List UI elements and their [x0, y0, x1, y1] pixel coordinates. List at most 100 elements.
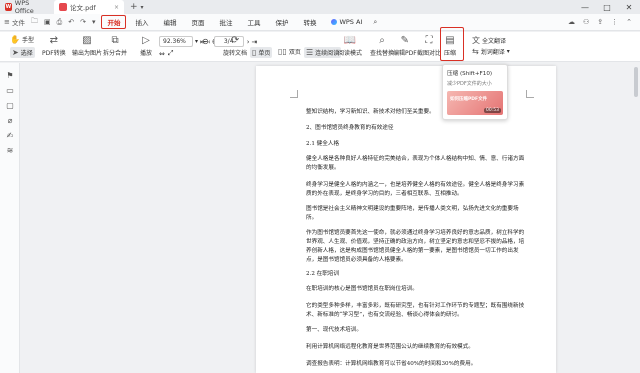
doc-paragraph: 利用计算机网络远程化教育是世界范围公认的继续教育的有效模式。 [306, 344, 474, 350]
thumbnail-icon[interactable]: ▭ [0, 86, 20, 95]
video-caption: 如何压缩PDF文件 [450, 97, 488, 102]
export-image-button[interactable]: ▨ 输出为图片 [72, 35, 102, 57]
margin-mark [526, 90, 534, 98]
search-icon[interactable]: ⌕ [373, 18, 377, 27]
collaborate-icon[interactable]: ⚇ [583, 18, 589, 26]
menu-wps-ai[interactable]: WPS AI [325, 16, 368, 28]
bookmark-icon[interactable]: ⚑ [0, 71, 20, 80]
tooltip-title: 压缩 (Shift+F10) [447, 71, 493, 77]
double-page-button[interactable]: ▯▯ 双页 [278, 47, 301, 56]
file-menu[interactable]: ≡ 文件 [4, 17, 25, 27]
hamburger-icon: ≡ [4, 18, 10, 26]
layers-icon[interactable]: ≋ [0, 146, 20, 155]
doc-paragraph: 它的类型多种多样，丰富多彩，既有研究型，也有针对工作环节的专题型；既有围绕新技术… [306, 303, 525, 318]
hand-tool-button[interactable]: ✋ 手型 [10, 35, 34, 44]
attachment-icon[interactable]: ⌀ [0, 116, 20, 125]
menu-convert[interactable]: 转换 [297, 15, 322, 29]
next-page-icon[interactable]: › [247, 38, 250, 46]
rotate-doc-button[interactable]: ⟳ 旋转文档 [223, 35, 247, 57]
menu-page[interactable]: 页面 [185, 15, 210, 29]
prev-page-icon[interactable]: ‹ [208, 38, 211, 46]
compress-highlight [440, 27, 464, 61]
menu-edit[interactable]: 编辑 [157, 15, 182, 29]
partial-translate-label: 划词翻译 [480, 49, 505, 56]
compress-tooltip: 压缩 (Shift+F10) 减少PDF文件的大小 如何压缩PDF文件 00:5… [442, 64, 508, 120]
doc-paragraph: 调查报告表明：计算机网络教育可以节省40%的时间和30%的费用。 [306, 361, 477, 367]
comment-icon[interactable]: ▢ [0, 101, 20, 110]
zoom-value[interactable]: 92.36% [159, 36, 193, 47]
translate-dropdown-icon[interactable]: ▾ [507, 48, 510, 55]
print-icon[interactable]: ⎙ [57, 18, 63, 27]
file-menu-label: 文件 [11, 19, 25, 27]
rotate-icon: ⟳ [230, 35, 240, 46]
quick-access-dropdown-icon[interactable]: ▾ [92, 18, 96, 26]
continuous-icon: ☰ [306, 48, 314, 57]
pdf-file-icon [59, 3, 67, 11]
tab-list-dropdown-icon[interactable]: ▾ [141, 4, 144, 11]
screenshot-compare-button[interactable]: ⛶ 截图对比 [417, 35, 441, 57]
double-page-label: 双页 [288, 49, 301, 56]
menu-bar: ≡ 文件 🗀 ▣ ⎙ ↶ ↷ ▾ 开始 插入 编辑 页面 批注 工具 保护 转换… [0, 14, 640, 31]
tab-label: WPS Office [14, 0, 34, 15]
split-merge-button[interactable]: ⧉ 拆分合并 [103, 35, 127, 57]
menu-insert[interactable]: 插入 [129, 15, 154, 29]
full-translate-button[interactable]: 文全文翻译 [472, 35, 506, 46]
play-icon: ▷ [142, 35, 150, 46]
first-page-icon[interactable]: ⇤ [200, 38, 206, 46]
fit-controls: ⇔ ⤢ [159, 49, 173, 58]
maximize-button[interactable]: □ [596, 3, 618, 12]
edit-pdf-button[interactable]: ✎ 编辑PDF [393, 35, 417, 57]
tab-wps-office[interactable]: W WPS Office [0, 0, 50, 15]
tab-close-icon[interactable]: × [114, 4, 119, 11]
play-button[interactable]: ▷ 播放 [140, 35, 152, 57]
menu-comment[interactable]: 批注 [213, 15, 238, 29]
read-mode-button[interactable]: 📖 阅读模式 [338, 35, 362, 57]
more-icon[interactable]: ⋮ [611, 18, 618, 26]
menu-protect[interactable]: 保护 [269, 15, 294, 29]
tab-document[interactable]: 论文.pdf × [54, 0, 124, 14]
doc-paragraph: 第一、现代技术培训。 [306, 327, 362, 333]
cloud-sync-icon[interactable]: ☁ [568, 18, 575, 26]
rotate-label: 旋转文档 [223, 50, 248, 57]
export-image-label: 输出为图片 [72, 50, 103, 57]
screenshot-icon: ⛶ [425, 35, 433, 46]
fit-width-icon[interactable]: ⇔ [159, 50, 165, 58]
collapse-ribbon-icon[interactable]: ⌃ [626, 18, 632, 26]
last-page-icon[interactable]: ⇥ [252, 38, 258, 46]
wps-ai-label: WPS AI [339, 18, 363, 26]
menu-tools[interactable]: 工具 [241, 15, 266, 29]
hand-icon: ✋ [10, 35, 20, 44]
ribbon-toolbar: ✋ 手型 ➤ 选择 ⇄ PDF转换 ▨ 输出为图片 ⧉ 拆分合并 ▷ 播放 92.36% ▾… [0, 32, 640, 62]
single-page-button[interactable]: ▯ 单页 [250, 47, 273, 58]
split-merge-label: 拆分合并 [103, 50, 128, 57]
doc-paragraph: 终身学习是健全人格的内涵之一，也是培养健全人格的有效途径。健全人格是终身学习素质… [306, 182, 525, 197]
pdf-convert-button[interactable]: ⇄ PDF转换 [42, 35, 66, 57]
read-mode-label: 阅读模式 [338, 50, 363, 57]
find-replace-label: 查找替换 [370, 50, 395, 57]
signature-icon[interactable]: ✍ [0, 131, 20, 140]
close-window-button[interactable]: ✕ [618, 3, 640, 12]
minimize-button[interactable]: — [574, 3, 596, 12]
find-replace-button[interactable]: ⌕ 查找替换 [370, 35, 394, 57]
partial-translate-button[interactable]: ⇆ 划词翻译 ▾ [472, 47, 510, 56]
save-icon[interactable]: ▣ [44, 18, 51, 26]
continuous-read-button[interactable]: ☰ 连续阅读 [304, 47, 342, 58]
open-folder-icon[interactable]: 🗀 [31, 17, 38, 28]
undo-icon[interactable]: ↶ [68, 18, 74, 26]
doc-heading: 2.2 在职培训 [306, 271, 340, 277]
tutorial-video-thumbnail[interactable]: 如何压缩PDF文件 00:53 [447, 91, 503, 115]
new-tab-button[interactable]: + [130, 2, 138, 12]
wps-ai-icon [331, 19, 338, 25]
tooltip-description: 减少PDF文件的大小 [447, 81, 492, 87]
select-tool-button[interactable]: ➤ 选择 [10, 47, 35, 58]
share-icon[interactable]: ⇪ [597, 18, 603, 26]
doc-paragraph: 在职培训的核心是图书馆馆员在职岗位培训。 [306, 286, 418, 292]
zoom-dropdown-icon[interactable]: ▾ [195, 38, 198, 45]
margin-mark [290, 90, 298, 98]
redo-icon[interactable]: ↷ [80, 18, 86, 26]
video-duration: 00:53 [484, 108, 501, 113]
fit-page-icon[interactable]: ⤢ [168, 49, 174, 58]
menu-start[interactable]: 开始 [101, 15, 127, 29]
scroll-thumb[interactable] [634, 67, 638, 97]
vertical-scrollbar[interactable] [632, 63, 640, 373]
